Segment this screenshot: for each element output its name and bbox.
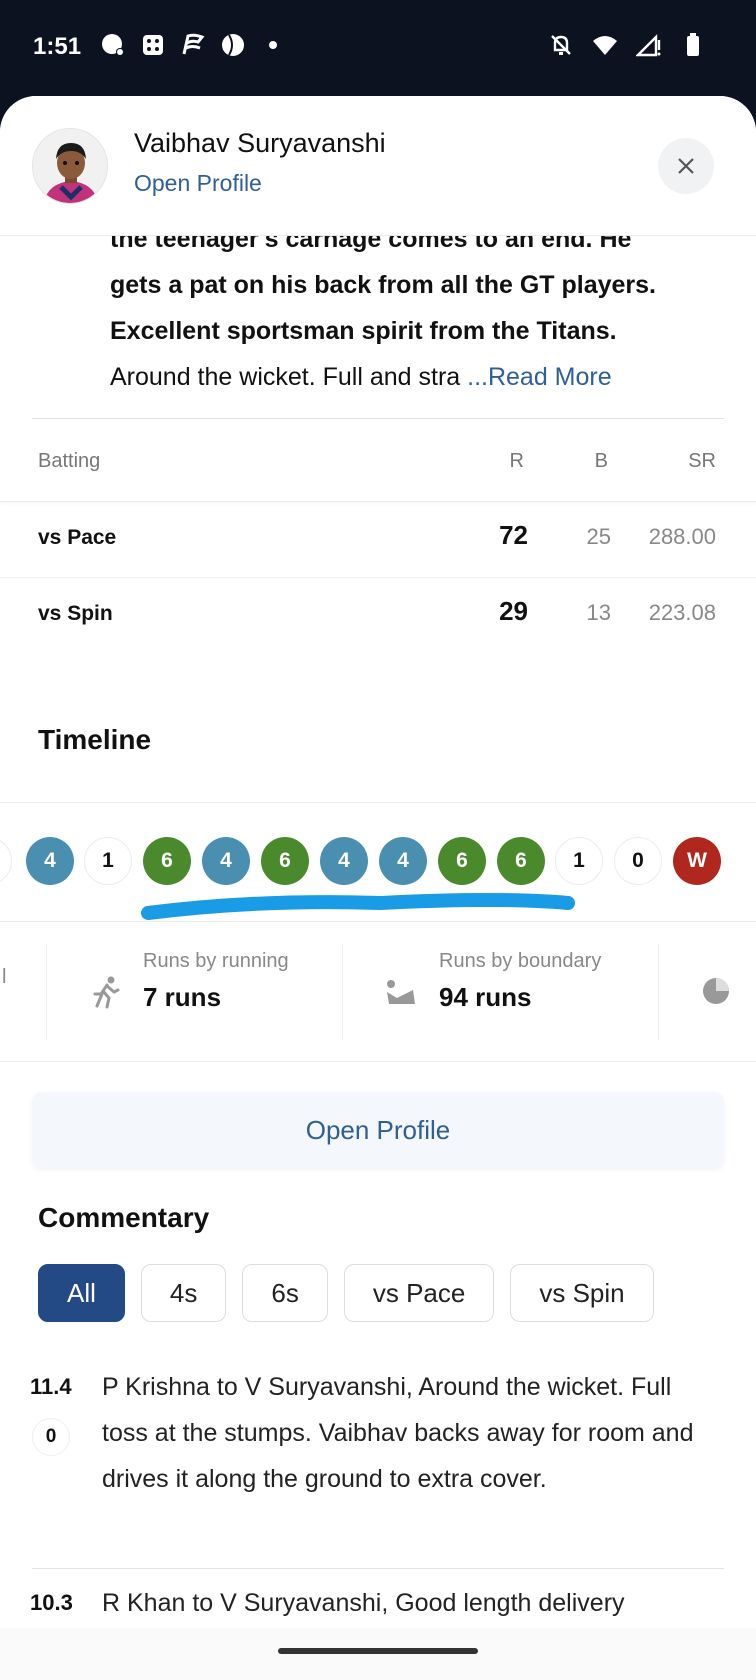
timeline-ball[interactable]: 6 bbox=[261, 837, 309, 885]
balls-header: B bbox=[594, 450, 608, 472]
timeline-ball[interactable]: 4 bbox=[320, 837, 368, 885]
home-gesture-handle[interactable] bbox=[278, 1648, 478, 1654]
dice-icon bbox=[143, 35, 163, 55]
timeline-ball[interactable]: 4 bbox=[379, 837, 427, 885]
wifi-icon bbox=[593, 36, 617, 55]
timeline-strip[interactable]: 4 1 6 4 6 4 4 6 6 1 0 W bbox=[0, 802, 756, 922]
running-icon bbox=[93, 976, 120, 1009]
sheet-header: Vaibhav Suryavanshi Open Profile bbox=[0, 96, 756, 236]
batting-row-spin: vs Spin 29 13 223.08 bbox=[0, 578, 756, 654]
commentary-text: R Khan to V Suryavanshi, Good length del… bbox=[102, 1589, 625, 1617]
row-runs: 72 bbox=[499, 520, 528, 550]
open-profile-button[interactable]: Open Profile bbox=[32, 1092, 724, 1168]
commentary-title: Commentary bbox=[38, 1202, 210, 1233]
boundary-icon bbox=[387, 980, 415, 1004]
highlight-underline bbox=[141, 893, 575, 920]
row-strike-rate: 288.00 bbox=[648, 524, 716, 549]
divider bbox=[32, 1568, 724, 1569]
row-balls: 25 bbox=[586, 524, 611, 549]
stats-partial-edge: l bbox=[2, 966, 7, 988]
cricket-ball-icon bbox=[222, 34, 244, 56]
timeline-ball[interactable]: 4 bbox=[202, 837, 250, 885]
summary-line: Excellent sportsman spirit from the Tita… bbox=[110, 317, 617, 345]
stat-value: 7 runs bbox=[143, 982, 222, 1012]
flag-icon bbox=[182, 33, 205, 55]
filter-chip-6s[interactable]: 6s bbox=[242, 1264, 328, 1322]
timeline-title: Timeline bbox=[38, 724, 152, 755]
stat-caption: Runs by boundary bbox=[439, 950, 602, 972]
commentary-item: 11.4 0 P Krishna to V Suryavanshi, Aroun… bbox=[0, 1354, 756, 1554]
timeline-ball[interactable]: 1 bbox=[555, 837, 603, 885]
close-icon bbox=[678, 158, 694, 174]
summary-line: gets a pat on his back from all the GT p… bbox=[110, 271, 656, 299]
read-more-link[interactable]: ...Read More bbox=[467, 363, 612, 391]
sheet-content[interactable]: the teenager's carnage comes to an end. … bbox=[0, 236, 756, 1628]
timeline-ball[interactable]: 1 bbox=[84, 837, 132, 885]
bell-off-icon bbox=[551, 35, 571, 55]
filter-chip-all[interactable]: All bbox=[38, 1264, 125, 1322]
commentary-text: P Krishna to V Suryavanshi, Around the w… bbox=[102, 1373, 694, 1493]
avatar[interactable] bbox=[32, 128, 108, 204]
commentary-filters: All 4s 6s vs Pace vs Spin bbox=[38, 1264, 654, 1322]
filter-chip-vs-spin[interactable]: vs Spin bbox=[510, 1264, 654, 1322]
dismissal-summary: the teenager's carnage comes to an end. … bbox=[110, 236, 710, 400]
chat-bubble-icon bbox=[102, 34, 124, 56]
stat-caption: Runs by running bbox=[143, 950, 289, 972]
filter-chip-vs-pace[interactable]: vs Pace bbox=[343, 1264, 495, 1322]
summary-text: Around the wicket. Full and stra bbox=[110, 363, 461, 391]
row-label: vs Spin bbox=[38, 602, 113, 625]
batting-label: Batting bbox=[38, 450, 101, 472]
stat-runs-by-boundary: Runs by boundary 94 runs bbox=[342, 944, 658, 1040]
navigation-bar bbox=[0, 1628, 756, 1680]
stat-runs-by-running: Runs by running 7 runs bbox=[46, 944, 342, 1040]
stat-partial bbox=[658, 944, 756, 1040]
timeline-ball[interactable]: W bbox=[673, 837, 721, 885]
summary-line: the teenager's carnage comes to an end. … bbox=[110, 236, 632, 253]
summary-line: Around the wicket. Full and stra ...Read… bbox=[110, 354, 710, 400]
player-name: Vaibhav Suryavanshi bbox=[134, 128, 386, 158]
strike-rate-header: SR bbox=[688, 450, 716, 472]
battery-icon bbox=[687, 33, 699, 56]
stats-strip[interactable]: l Runs by running 7 runs Runs by boundar… bbox=[0, 922, 756, 1062]
filter-chip-4s[interactable]: 4s bbox=[140, 1264, 227, 1322]
status-time: 1:51 bbox=[33, 33, 82, 60]
divider bbox=[32, 418, 724, 419]
dot-icon bbox=[269, 41, 277, 49]
close-button[interactable] bbox=[658, 138, 714, 194]
status-bar: 1:51 bbox=[0, 0, 756, 96]
timeline-ball[interactable]: 6 bbox=[438, 837, 486, 885]
commentary-item: 10.3 R Khan to V Suryavanshi, Good lengt… bbox=[0, 1570, 756, 1628]
pie-chart-icon bbox=[703, 978, 729, 1004]
signal-icon bbox=[636, 34, 661, 57]
open-profile-link[interactable]: Open Profile bbox=[134, 170, 262, 197]
commentary-over: 11.4 bbox=[30, 1374, 72, 1399]
timeline-ball-partial bbox=[0, 837, 12, 885]
batting-header: Batting R B SR bbox=[0, 432, 756, 502]
timeline-ball[interactable]: 4 bbox=[26, 837, 74, 885]
stat-value: 94 runs bbox=[439, 982, 532, 1012]
row-strike-rate: 223.08 bbox=[648, 600, 716, 625]
runs-header: R bbox=[509, 450, 524, 472]
player-avatar-icon bbox=[33, 129, 107, 203]
player-sheet: Vaibhav Suryavanshi Open Profile the tee… bbox=[0, 96, 756, 1680]
commentary-over: 10.3 bbox=[30, 1590, 73, 1615]
commentary-runs: 0 bbox=[32, 1418, 70, 1456]
timeline-ball[interactable]: 0 bbox=[614, 837, 662, 885]
timeline-ball[interactable]: 6 bbox=[143, 837, 191, 885]
timeline-ball[interactable]: 6 bbox=[497, 837, 545, 885]
row-runs: 29 bbox=[499, 596, 528, 626]
batting-row-pace: vs Pace 72 25 288.00 bbox=[0, 502, 756, 578]
row-balls: 13 bbox=[586, 600, 611, 625]
row-label: vs Pace bbox=[38, 526, 117, 549]
